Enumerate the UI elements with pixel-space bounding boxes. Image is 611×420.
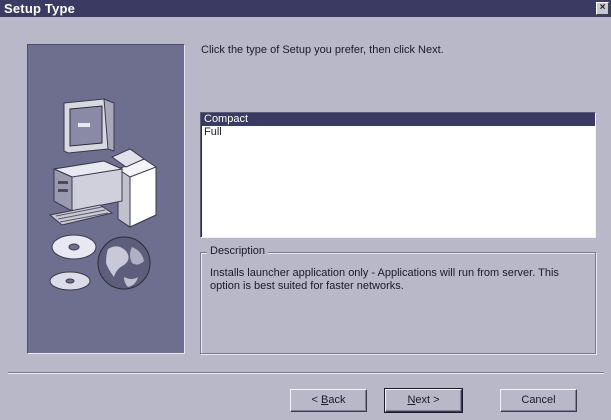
divider: [8, 372, 604, 374]
monitor-icon: [63, 98, 115, 154]
close-button[interactable]: ×: [596, 2, 609, 15]
back-button-prefix: <: [311, 394, 321, 406]
next-button-label: ext >: [415, 394, 440, 406]
computer-case-icon: [52, 160, 124, 212]
close-icon: ×: [599, 2, 606, 13]
description-text: Installs launcher application only - App…: [210, 267, 559, 292]
next-button[interactable]: Next >: [384, 388, 463, 413]
globe-icon: [97, 236, 151, 290]
window-title: Setup Type: [4, 1, 76, 16]
description-legend: Description: [207, 245, 269, 257]
side-panel: [27, 44, 185, 354]
list-item-full[interactable]: Full: [201, 126, 595, 139]
cancel-button[interactable]: Cancel: [500, 389, 577, 412]
description-group: Description Installs launcher applicatio…: [200, 245, 596, 354]
cd-icon: [49, 234, 97, 291]
back-button-label: ack: [328, 394, 346, 406]
instruction-text: Click the type of Setup you prefer, then…: [201, 44, 444, 56]
setup-type-list[interactable]: Compact Full: [200, 112, 596, 238]
setup-type-dialog: Setup Type × Click the type of Setup you…: [0, 0, 611, 420]
computer-cd-illustration: [48, 98, 157, 291]
back-button[interactable]: < Back: [290, 389, 367, 412]
list-item-compact[interactable]: Compact: [201, 113, 595, 126]
title-bar[interactable]: Setup Type ×: [0, 0, 611, 17]
